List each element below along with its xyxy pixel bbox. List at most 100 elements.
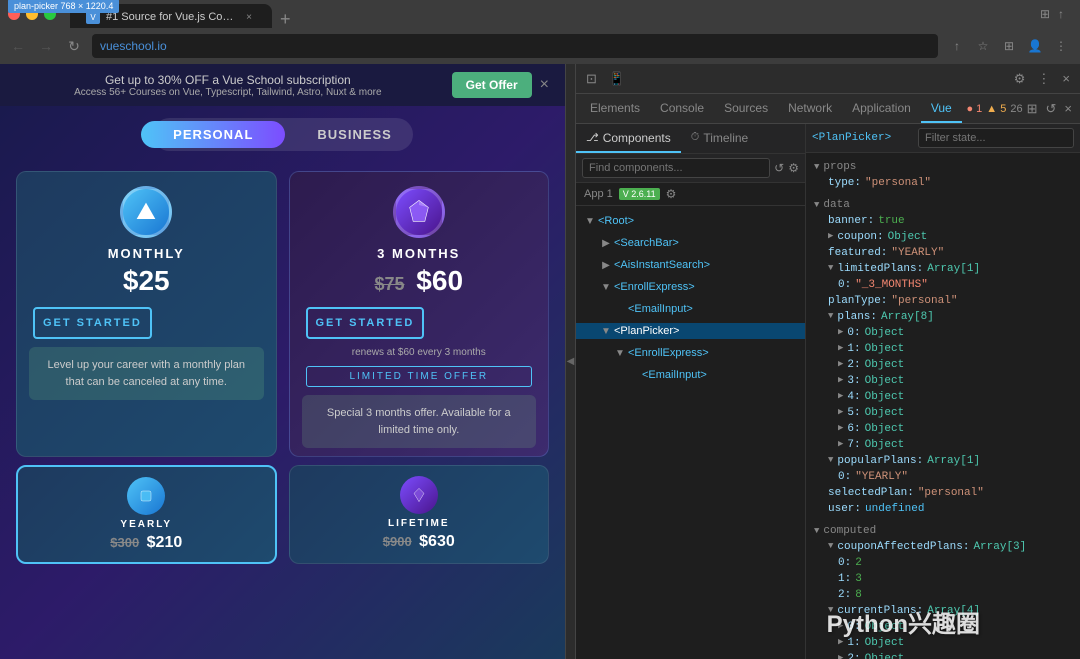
main-area: plan-picker 768 × 1220.4 Get up to 30% O… [0,64,1080,659]
webpage-panel: plan-picker 768 × 1220.4 Get up to 30% O… [0,64,565,659]
devtools-tab-application[interactable]: Application [842,95,921,123]
extensions-icon[interactable]: ⊞ [998,35,1020,57]
devtools-close-btn[interactable]: × [1058,69,1074,88]
new-tab-btn[interactable]: + [272,9,299,30]
tree-item-enrollexpress2[interactable]: ▼ <EnrollExpress> [576,342,805,364]
searchbar-arrow: ▶ [600,238,612,249]
settings-components-btn[interactable]: ⚙ [788,161,799,175]
monthly-plan-name: MONTHLY [29,246,264,261]
devtools-tab-sources[interactable]: Sources [714,95,778,123]
prop-type-key: type: [828,177,861,189]
data-limitedplans-0-val: "_3_MONTHS" [855,279,928,291]
devtools-tab-network[interactable]: Network [778,95,842,123]
vue-timeline-tab[interactable]: ⏱ Timeline [681,124,759,153]
currentplans-1-row: ▶ 1: Object [814,635,1072,651]
devtools-close2-btn[interactable]: × [1060,99,1076,118]
three-months-offer-badge: LIMITED TIME OFFER [306,366,533,387]
data-selectedplan-val: "personal" [918,487,984,499]
yearly-plan-name: YEARLY [28,519,265,530]
three-months-get-started-btn[interactable]: GET STARTED [306,307,425,339]
tree-item-emailinput2[interactable]: <EmailInput> [576,364,805,386]
tree-item-planpicker[interactable]: ▼ <PlanPicker> [576,320,805,342]
find-components-input[interactable] [582,158,770,178]
root-arrow: ▼ [584,216,596,227]
popularplans-expand[interactable]: ▼ [828,455,833,465]
promo-offer-btn[interactable]: Get Offer [452,72,532,98]
devtools-inspect-btn[interactable]: ⊡ [582,69,601,89]
data-plans-3-row: ▶ 3: Object [814,373,1072,389]
devtools-settings-btn[interactable]: ⚙ [1010,69,1030,89]
tree-item-searchbar[interactable]: ▶ <SearchBar> [576,232,805,254]
limitedplans-expand[interactable]: ▼ [828,263,833,273]
state-filter-row: <PlanPicker> [806,124,1080,153]
data-user-key: user: [828,503,861,515]
business-tab[interactable]: BUSINESS [285,121,423,148]
lifetime-plan-card[interactable]: LIFETIME $900 $630 [289,465,550,564]
data-selectedplan-key: selectedPlan: [828,487,914,499]
props-section-header: ▼ props [814,159,1072,175]
data-plantype-key: planType: [828,295,887,307]
currentplans-expand[interactable]: ▼ [828,605,833,615]
couponaffectedplans-expand[interactable]: ▼ [828,541,833,551]
data-limitedplans-row: ▼ limitedPlans: Array[1] [814,261,1072,277]
devtools-device-btn[interactable]: 📱 [605,69,629,89]
devtools-more-btn[interactable]: ⋮ [1033,69,1054,89]
vue-app-settings-btn[interactable]: ⚙ [666,187,677,201]
devtools-tab-vue[interactable]: Vue [921,95,962,123]
prop-type-row: type: "personal" [814,175,1072,191]
ais-tag: <AisInstantSearch> [614,259,710,271]
tree-item-enrollexpress1[interactable]: ▼ <EnrollExpress> [576,276,805,298]
devtools-refresh-btn[interactable]: ↺ [1042,99,1061,119]
filter-state-input[interactable] [918,128,1074,148]
couponaffected-1-row: 1: 3 [814,571,1072,587]
promo-main-text: Get up to 30% OFF a Vue School subscript… [16,73,440,87]
plans-expand[interactable]: ▼ [828,311,833,321]
vue-components-tab[interactable]: ⎇ Components [576,124,681,153]
ais-arrow: ▶ [600,260,612,271]
data-section-header: ▼ data [814,197,1072,213]
personal-tab[interactable]: PERSONAL [141,121,285,148]
refresh-components-btn[interactable]: ↺ [774,161,784,175]
enroll1-arrow: ▼ [600,282,612,293]
refresh-btn[interactable]: ↻ [64,36,84,56]
back-btn[interactable]: ← [8,36,28,56]
tree-item-emailinput1[interactable]: <EmailInput> [576,298,805,320]
yearly-plan-icon [127,477,165,515]
gem-icon [405,198,433,226]
promo-close-btn[interactable]: × [540,76,549,94]
coupon-expand[interactable]: ▶ [828,231,833,241]
yearly-plan-card[interactable]: YEARLY $300 $210 [16,465,277,564]
monthly-plan-header: MONTHLY $25 [17,172,276,307]
monthly-plan-icon [120,186,172,238]
data-banner-val: true [878,215,904,227]
data-plans-type: Array[8] [881,311,934,323]
component-tree: ▼ <Root> ▶ <SearchBar> [576,206,805,659]
data-popularplans-key: popularPlans: [837,455,923,467]
monthly-get-started-btn[interactable]: GET STARTED [33,307,152,339]
data-popularplans-type: Array[1] [927,455,980,467]
menu-icon[interactable]: ⋮ [1050,35,1072,57]
url-bar[interactable]: vueschool.io [92,34,938,58]
tree-item-aisinstantsearch[interactable]: ▶ <AisInstantSearch> [576,254,805,276]
lifetime-plan-name: LIFETIME [300,518,539,529]
share-icon[interactable]: ↑ [946,35,968,57]
profile-icon[interactable]: 👤 [1024,35,1046,57]
tree-item-root[interactable]: ▼ <Root> [576,210,805,232]
plan-picker: PERSONAL BUSINESS MONTHLY [0,106,565,659]
data-featured-row: featured: "YEARLY" [814,245,1072,261]
data-featured-val: "YEARLY" [891,247,944,259]
forward-btn[interactable]: → [36,36,56,56]
warning-count: ▲ 5 [986,103,1006,115]
prop-type-val: "personal" [865,177,931,189]
devtools-tab-console[interactable]: Console [650,95,714,123]
devtools-dock-btn[interactable]: ⊞ [1023,99,1042,119]
bookmark-icon[interactable]: ☆ [972,35,994,57]
devtools-toolbar: ⊡ 📱 ⚙ ⋮ × [576,64,1080,94]
tab-close-btn[interactable]: × [242,10,256,24]
three-months-renewal: renews at $60 every 3 months [290,347,549,366]
devtools-tab-elements[interactable]: Elements [580,95,650,123]
data-plans-0-row: ▶ 0: Object [814,325,1072,341]
devtools-collapse-handle[interactable]: ◀ [565,64,575,659]
devtools-tabs: Elements Console Sources Network Applica… [576,94,1080,124]
data-plans-key: plans: [837,311,877,323]
